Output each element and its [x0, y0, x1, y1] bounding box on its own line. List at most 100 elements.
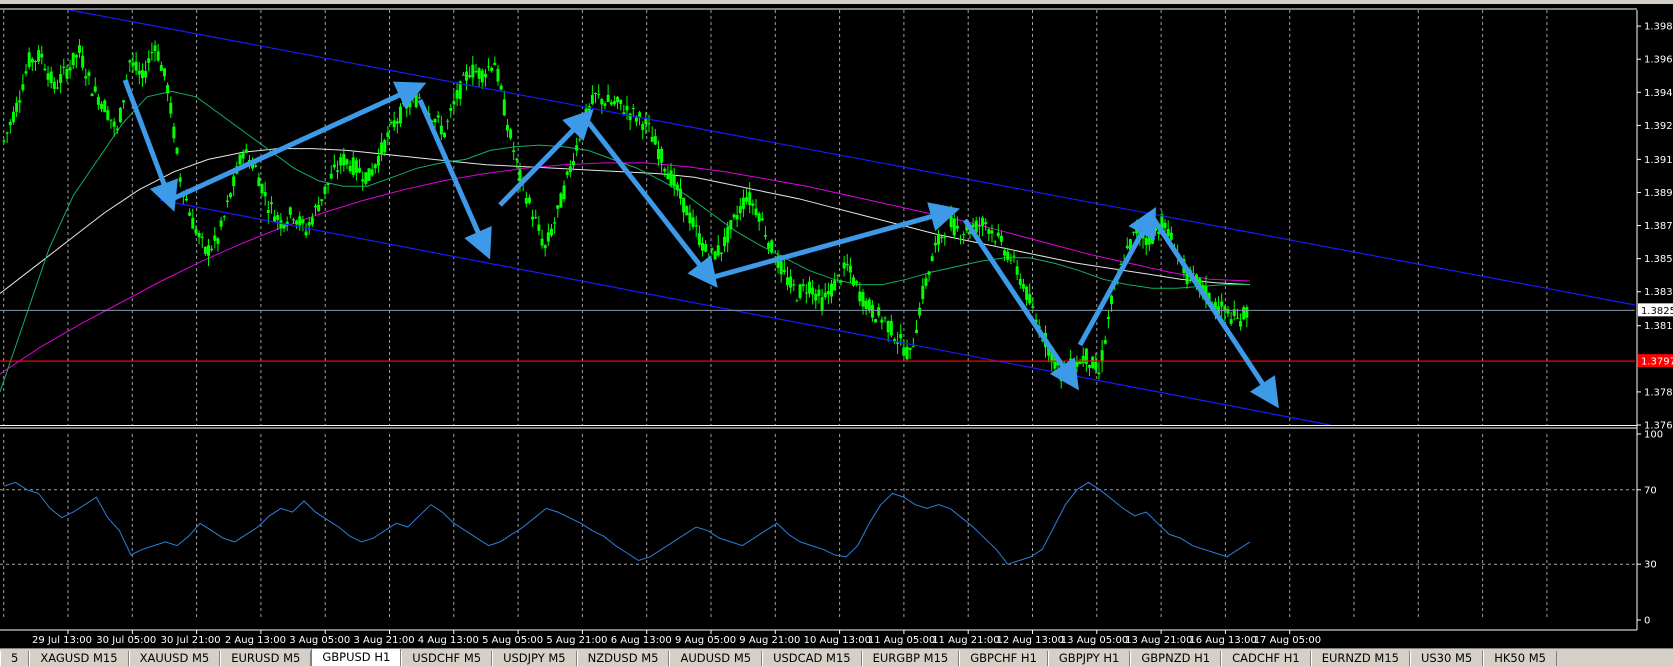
price-bar-body: [748, 192, 752, 206]
symbol-tab[interactable]: EURGBP M15: [861, 651, 960, 666]
price-bar-body: [405, 102, 409, 109]
price-bar-body: [100, 103, 104, 110]
price-bar-body: [194, 228, 198, 234]
price-bar-body: [763, 234, 767, 237]
price-bar-body: [880, 319, 884, 323]
price-bar-body: [496, 68, 500, 82]
symbol-tab[interactable]: USDCHF M5: [401, 651, 493, 666]
price-bar-body: [480, 70, 484, 83]
price-bar-body: [96, 96, 100, 105]
price-bar-body: [546, 232, 550, 242]
price-bar-body: [697, 233, 701, 245]
time-tick-label: 11 Aug 05:00: [868, 635, 935, 646]
time-tick-label: 6 Aug 13:00: [611, 635, 672, 646]
price-bar-body: [855, 281, 859, 284]
symbol-tab[interactable]: USDJPY M5: [492, 651, 577, 666]
symbol-tab[interactable]: EURUSD M5: [220, 651, 312, 666]
price-bar-body: [867, 299, 871, 311]
price-bar-body: [732, 214, 736, 218]
price-bar-body: [751, 203, 755, 206]
price-bar-body: [210, 248, 214, 251]
price-bar-body: [27, 52, 31, 67]
price-bar-body: [367, 168, 371, 181]
price-bar-body: [417, 97, 421, 99]
symbol-tab[interactable]: CADCHF H1: [1221, 651, 1311, 666]
price-bar-body: [738, 206, 742, 214]
symbol-tab[interactable]: GBPNZD H1: [1130, 651, 1222, 666]
time-tick-label: 9 Aug 21:00: [739, 635, 800, 646]
price-bar-body: [590, 94, 594, 104]
price-bar-body: [845, 263, 849, 266]
price-bar-body: [889, 320, 893, 336]
price-bar-body: [288, 207, 292, 215]
symbol-tab[interactable]: US30 M5: [1409, 651, 1484, 666]
price-bar-body: [443, 132, 447, 138]
price-bar-body: [37, 50, 41, 62]
price-bar-body: [625, 105, 629, 111]
price-bar-body: [191, 217, 195, 229]
symbol-tab[interactable]: 5: [0, 651, 30, 666]
price-bar-body: [159, 64, 163, 71]
symbol-tab[interactable]: XAUUSD M5: [128, 651, 221, 666]
price-bar-body: [376, 155, 380, 166]
price-bar-body: [1245, 307, 1249, 318]
symbol-tab[interactable]: USDCAD M15: [762, 651, 862, 666]
price-bar-body: [452, 101, 456, 105]
price-bar-body: [638, 112, 642, 118]
symbol-tab[interactable]: EURNZD M15: [1310, 651, 1410, 666]
price-bar-body: [166, 84, 170, 94]
price-bar-body: [927, 271, 931, 275]
price-bar-body: [21, 84, 25, 91]
price-bar-body: [46, 73, 50, 80]
time-tick-label: 5 Aug 05:00: [482, 635, 543, 646]
price-bar-body: [930, 256, 934, 262]
price-bar-body: [222, 216, 226, 218]
price-bar-body: [817, 289, 821, 296]
price-bar-body: [600, 99, 604, 105]
price-bar-body: [1226, 308, 1230, 314]
price-bar-body: [172, 126, 176, 139]
price-bar-body: [864, 300, 868, 309]
symbol-tab[interactable]: GBPUSD H1: [311, 649, 402, 666]
price-bar-body: [84, 76, 88, 79]
price-bar-body: [52, 81, 56, 89]
price-bar-body: [1003, 250, 1007, 256]
price-bar-body: [24, 71, 28, 74]
price-bar-body: [647, 123, 651, 125]
price-bar-body: [779, 261, 783, 275]
symbol-tab[interactable]: AUDUSD M5: [669, 651, 763, 666]
price-bar-body: [106, 110, 110, 120]
chart-area[interactable]: 1.39845 1.39660 1.39475 1.39290 1.39100 1.389…: [0, 0, 1673, 648]
price-bar-body: [291, 219, 295, 221]
price-bar-body: [320, 199, 324, 202]
price-bar-body: [707, 259, 711, 267]
time-tick-label: 12 Aug 13:00: [997, 635, 1064, 646]
current-price-label: 1.38256: [1641, 306, 1673, 317]
time-tick-label: 10 Aug 13:00: [804, 635, 871, 646]
price-bar-body: [200, 236, 204, 238]
price-bar-body: [1135, 226, 1139, 234]
price-bar-body: [760, 218, 764, 221]
price-bar-body: [153, 45, 157, 52]
price-bar-body: [1220, 301, 1224, 307]
symbol-tab[interactable]: GBPCHF H1: [959, 651, 1048, 666]
symbol-tab[interactable]: NZDUSD M5: [576, 651, 670, 666]
symbol-tab[interactable]: HK50 M5: [1483, 651, 1557, 666]
price-bar-body: [741, 197, 745, 209]
symbol-tab[interactable]: GBPJPY H1: [1047, 651, 1131, 666]
price-bar-body: [203, 246, 207, 254]
price-bar-body: [1106, 316, 1110, 320]
price-bar-body: [1081, 355, 1085, 364]
price-bar-body: [833, 280, 837, 291]
price-bar-body: [543, 245, 547, 249]
price-bar-body: [1088, 365, 1092, 368]
price-bar-body: [93, 86, 97, 92]
symbol-tab[interactable]: XAGUSD M15: [29, 651, 129, 666]
price-bar-body: [279, 220, 283, 229]
price-bar-body: [244, 149, 248, 153]
price-bar-body: [33, 60, 37, 62]
price-bar-body: [298, 216, 302, 226]
price-bar-body: [562, 185, 566, 200]
price-bar-body: [619, 99, 623, 104]
price-bar-body: [682, 197, 686, 213]
